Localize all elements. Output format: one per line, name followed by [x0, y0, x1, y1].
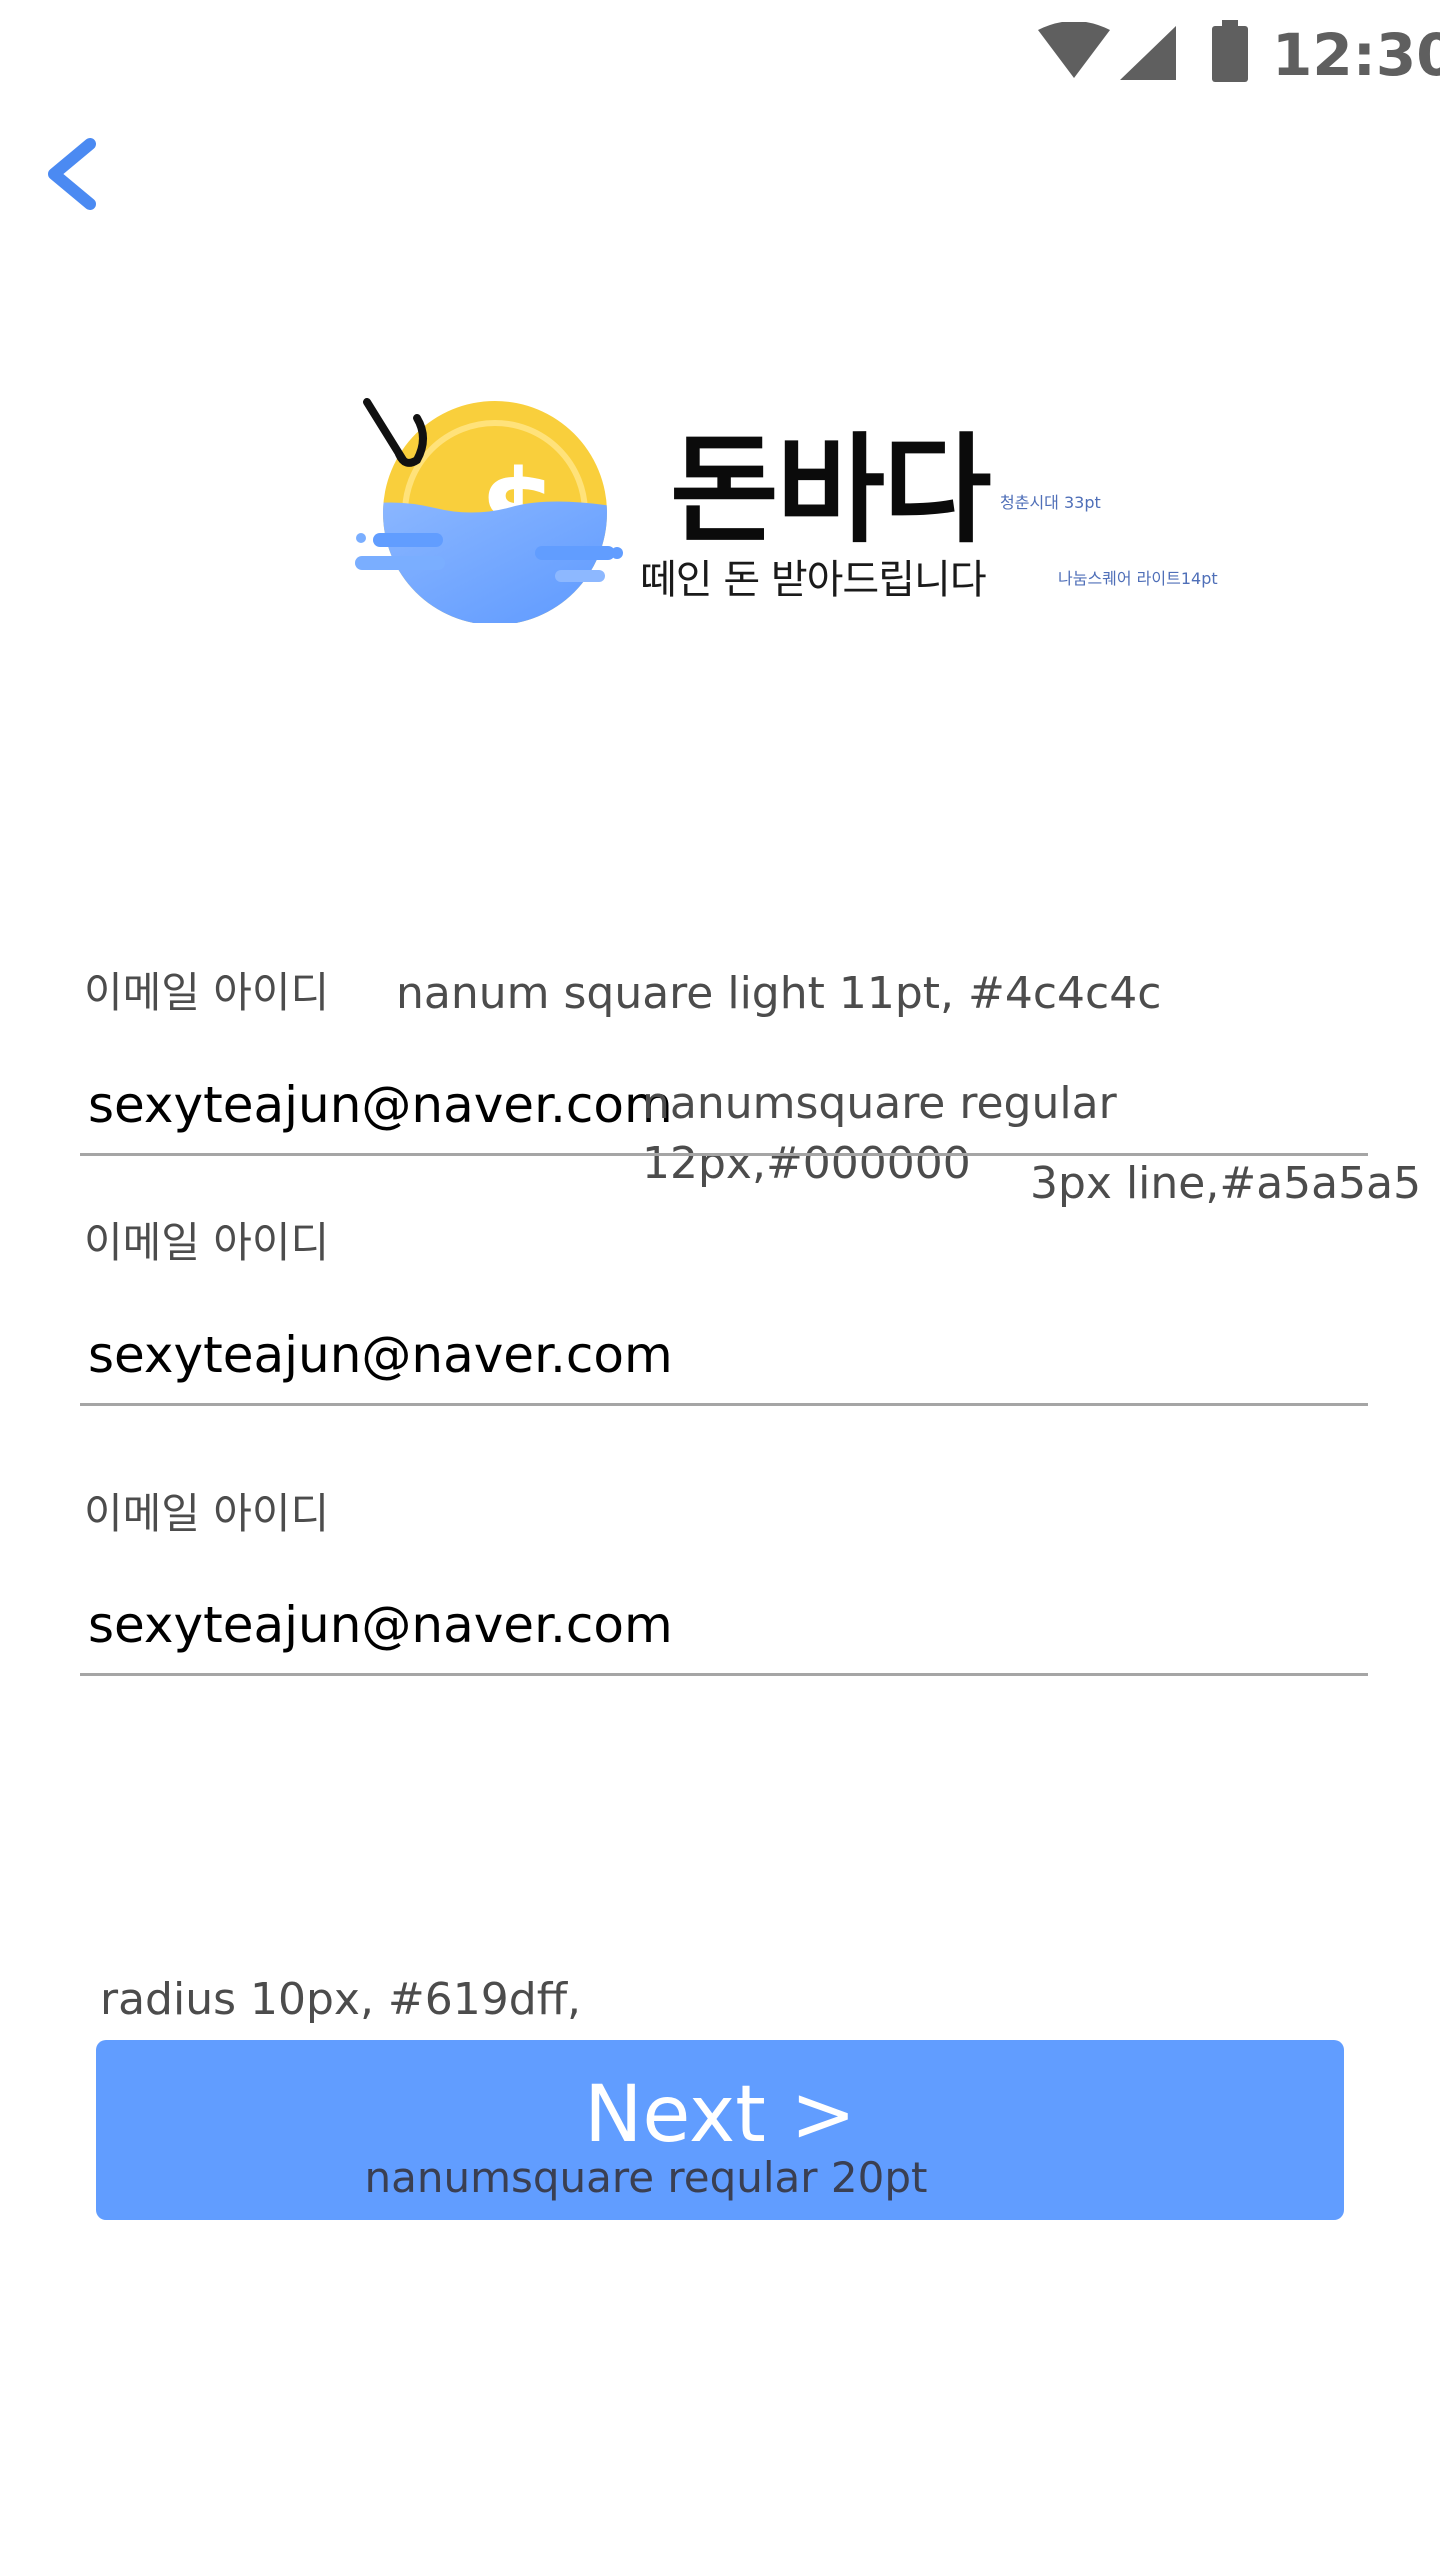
- email-field-3-underline: [80, 1673, 1368, 1676]
- email-label: 이메일 아이디: [84, 968, 330, 1017]
- cell-signal-icon: [1120, 26, 1176, 80]
- logo-coin-icon: $: [355, 398, 623, 623]
- tagline-font-note: 나눔스퀘어 라이트14pt: [1058, 569, 1218, 588]
- email-field-2-underline: [80, 1403, 1368, 1406]
- status-bar: 12:30: [0, 0, 1440, 110]
- value-spec-note: nanumsquare regular 12px,#000000: [642, 1078, 1117, 1189]
- brand-font-note: 청춘시대 33pt: [1000, 493, 1101, 512]
- email-field-3[interactable]: [88, 1590, 1358, 1660]
- email-label-3: 이메일 아이디: [84, 1489, 330, 1538]
- brand-tagline: 떼인 돈 받아드립니다: [640, 557, 987, 603]
- label-spec-note: nanum square light 11pt, #4c4c4c: [396, 968, 1162, 1019]
- button-font-note: nanumsquare reqular 20pt: [364, 2153, 928, 2202]
- next-button-label: Next >: [584, 2070, 856, 2160]
- brand-name: 돈바다: [670, 421, 992, 559]
- email-field-2[interactable]: [88, 1320, 1358, 1390]
- button-spec-note: radius 10px, #619dff,: [100, 1974, 582, 2025]
- status-time: 12:30: [1272, 21, 1440, 89]
- chevron-left-icon: [48, 138, 96, 210]
- wifi-icon: [1038, 22, 1110, 78]
- next-button[interactable]: Next > nanumsquare reqular 20pt: [96, 2040, 1344, 2220]
- battery-icon: [1212, 20, 1248, 82]
- line-spec-note: 3px line,#a5a5a5: [1030, 1158, 1422, 1209]
- email-label-2: 이메일 아이디: [84, 1218, 330, 1267]
- back-button[interactable]: [20, 120, 130, 230]
